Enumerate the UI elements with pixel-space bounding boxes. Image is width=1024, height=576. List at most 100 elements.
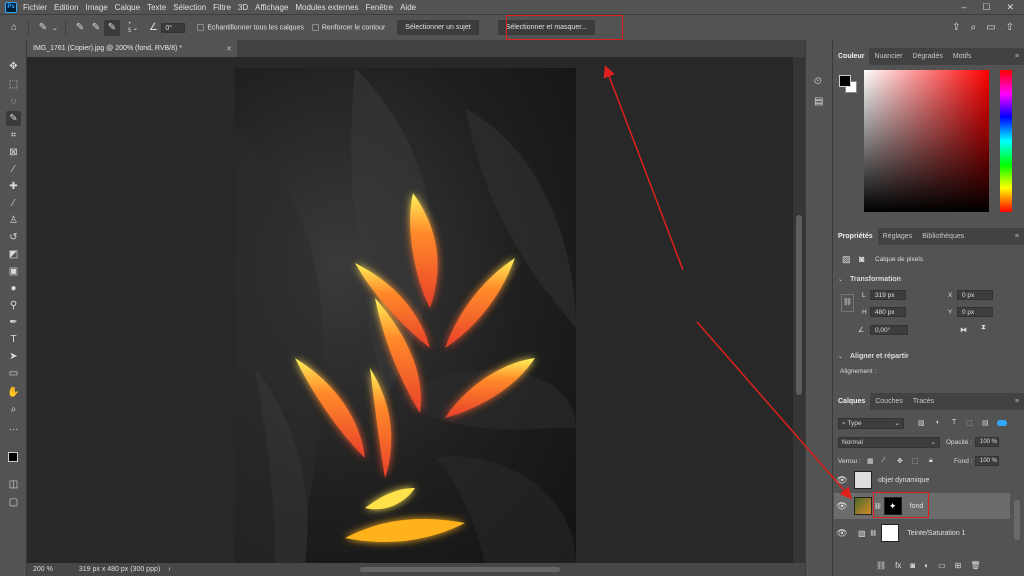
- foreground-color-swatch[interactable]: [8, 452, 18, 462]
- trash-icon[interactable]: 🗑︎: [970, 561, 980, 570]
- x-field[interactable]: 0 px: [957, 290, 993, 300]
- rotation-field[interactable]: 0,00°: [870, 325, 908, 335]
- comments-panel-icon[interactable]: ▤: [814, 96, 823, 107]
- path-selection-tool-icon[interactable]: ➤: [6, 349, 21, 364]
- quick-mask-icon[interactable]: ◫: [6, 477, 21, 492]
- menu-texte[interactable]: Texte: [147, 3, 166, 12]
- close-tab-icon[interactable]: ✕: [226, 45, 232, 53]
- fill-field[interactable]: 100 %: [975, 456, 999, 466]
- y-field[interactable]: 0 px: [957, 307, 993, 317]
- select-subject-button[interactable]: Sélectionner un sujet: [397, 20, 479, 35]
- new-group-icon[interactable]: ▭: [938, 561, 946, 570]
- visibility-eye-icon[interactable]: 👁︎: [834, 528, 850, 539]
- filter-toggle[interactable]: [997, 420, 1007, 426]
- tab-couleur[interactable]: Couleur: [833, 48, 870, 65]
- tab-couches[interactable]: Couches: [870, 393, 908, 410]
- document-image[interactable]: [235, 68, 576, 563]
- height-field[interactable]: 480 px: [870, 307, 906, 317]
- new-adjustment-icon[interactable]: ◐: [924, 561, 929, 570]
- chevron-down-icon[interactable]: ⌄: [51, 20, 59, 36]
- menu-affichage[interactable]: Affichage: [255, 3, 288, 12]
- tab-reglages[interactable]: Réglages: [878, 228, 918, 245]
- link-icon[interactable]: ⛓: [841, 294, 854, 312]
- marquee-tool-icon[interactable]: ⬚: [6, 77, 21, 92]
- screen-mode-icon[interactable]: ▢: [6, 495, 21, 510]
- lock-position-icon[interactable]: ✥: [897, 457, 903, 465]
- horizontal-scroll-thumb[interactable]: [360, 567, 560, 572]
- flip-horizontal-icon[interactable]: ⧓: [960, 326, 967, 334]
- mask-icon[interactable]: ◙: [859, 254, 864, 264]
- enhance-edge-checkbox[interactable]: Renforcer le contour: [311, 23, 385, 31]
- menu-fichier[interactable]: Fichier: [23, 3, 47, 12]
- rectangle-tool-icon[interactable]: ▭: [6, 366, 21, 381]
- frame-tool-icon[interactable]: ⊠: [6, 145, 21, 160]
- blend-mode-select[interactable]: Normal ⌄: [838, 437, 940, 448]
- tab-bibliotheques[interactable]: Bibliothèques: [917, 228, 969, 245]
- menu-calque[interactable]: Calque: [115, 3, 140, 12]
- tab-motifs[interactable]: Motifs: [948, 48, 977, 65]
- filter-type-icon[interactable]: T: [952, 419, 956, 426]
- flip-vertical-icon[interactable]: ⧗: [981, 324, 986, 332]
- color-saturation-field[interactable]: [864, 70, 989, 212]
- new-selection-icon[interactable]: ✎: [72, 20, 88, 36]
- menu-filtre[interactable]: Filtre: [213, 3, 231, 12]
- width-field[interactable]: 319 px: [870, 290, 906, 300]
- menu-3d[interactable]: 3D: [238, 3, 248, 12]
- minimize-icon[interactable]: –: [961, 2, 966, 13]
- filter-shape-icon[interactable]: ⬚: [966, 419, 973, 427]
- menu-edition[interactable]: Edition: [54, 3, 78, 12]
- lock-artboard-icon[interactable]: ⬚: [912, 457, 919, 465]
- chevron-down-icon[interactable]: ⌄: [838, 276, 843, 283]
- filter-pixel-icon[interactable]: ▨: [918, 419, 925, 427]
- move-tool-icon[interactable]: ✥: [6, 59, 21, 74]
- layer-row[interactable]: 👁︎ objet dynamique: [834, 467, 1010, 493]
- panel-menu-icon[interactable]: ≡: [1015, 233, 1019, 240]
- layer-row[interactable]: 👁︎ ▧ ⛓ Teinte/Saturation 1: [834, 520, 1010, 546]
- opacity-field[interactable]: 100 %: [975, 437, 999, 447]
- tab-calques[interactable]: Calques: [833, 393, 871, 410]
- eyedropper-tool-icon[interactable]: ⁄: [6, 162, 21, 177]
- blur-tool-icon[interactable]: ●: [6, 281, 21, 296]
- lock-pixels-icon[interactable]: ⁄: [883, 457, 884, 464]
- lasso-tool-icon[interactable]: ◌: [6, 94, 21, 109]
- menu-image[interactable]: Image: [85, 3, 107, 12]
- quick-select-tool-icon[interactable]: ✎: [35, 20, 51, 36]
- maximize-icon[interactable]: ☐: [982, 2, 990, 13]
- share-export-icon[interactable]: ⇧: [1006, 22, 1014, 33]
- dodge-tool-icon[interactable]: ⚲: [6, 298, 21, 313]
- healing-brush-tool-icon[interactable]: ✚: [6, 179, 21, 194]
- lock-transparency-icon[interactable]: ▦: [867, 457, 874, 465]
- panel-menu-icon[interactable]: ≡: [1015, 53, 1019, 60]
- hand-tool-icon[interactable]: ✋: [6, 385, 21, 400]
- panel-menu-icon[interactable]: ≡: [1015, 398, 1019, 405]
- visibility-eye-icon[interactable]: 👁︎: [834, 501, 850, 512]
- tab-traces[interactable]: Tracés: [908, 393, 939, 410]
- foreground-color-swatch[interactable]: [839, 75, 851, 87]
- zoom-tool-icon[interactable]: ⌕: [6, 402, 21, 417]
- menu-modules-externes[interactable]: Modules externes: [295, 3, 358, 12]
- new-layer-icon[interactable]: ⊞: [955, 561, 962, 570]
- chevron-down-icon[interactable]: ⌄: [131, 20, 139, 36]
- sample-all-layers-checkbox[interactable]: Echantillonner tous les calques: [197, 23, 304, 31]
- more-tools-icon[interactable]: ···: [6, 422, 21, 437]
- visibility-eye-icon[interactable]: 👁︎: [834, 475, 850, 486]
- eraser-tool-icon[interactable]: ◩: [6, 247, 21, 262]
- vertical-scroll-thumb[interactable]: [796, 215, 802, 395]
- lock-all-icon[interactable]: 🔒︎: [929, 457, 933, 465]
- brush-tool-icon[interactable]: ⁄: [6, 196, 21, 211]
- filter-smart-object-icon[interactable]: ▤: [982, 419, 989, 427]
- quick-selection-tool-icon[interactable]: ✎: [6, 111, 21, 126]
- canvas-area[interactable]: [27, 57, 805, 563]
- menu-fenetre[interactable]: Fenêtre: [366, 3, 394, 12]
- tab-degrades[interactable]: Dégradés: [907, 48, 947, 65]
- color-swatches[interactable]: [838, 74, 858, 94]
- tab-nuancier[interactable]: Nuancier: [869, 48, 907, 65]
- filter-adjustment-icon[interactable]: ◐: [936, 419, 940, 426]
- home-icon[interactable]: ⌂: [6, 20, 22, 36]
- workspace-icon[interactable]: ▭: [986, 22, 995, 33]
- type-tool-icon[interactable]: T: [6, 332, 21, 347]
- subtract-from-selection-icon[interactable]: ✎: [104, 19, 120, 36]
- chevron-down-icon[interactable]: ⌄: [838, 353, 843, 360]
- history-brush-tool-icon[interactable]: ↺: [6, 230, 21, 245]
- history-panel-icon[interactable]: ⏲: [814, 76, 822, 87]
